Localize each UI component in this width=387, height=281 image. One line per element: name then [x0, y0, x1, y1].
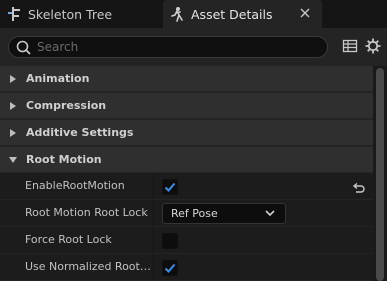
search-row: [0, 28, 387, 64]
chevron-right-icon: [10, 101, 16, 110]
category-compression[interactable]: Compression: [0, 93, 373, 118]
tab-asset-details-label: Asset Details: [191, 6, 273, 22]
close-icon[interactable]: [298, 6, 312, 20]
property-row-root-motion-root-lock: Root Motion Root Lock Ref Pose: [0, 200, 373, 226]
chevron-down-icon: [9, 156, 17, 163]
vertical-scrollbar[interactable]: [373, 66, 387, 281]
column-divider[interactable]: [153, 200, 154, 226]
chevron-right-icon: [10, 74, 16, 83]
category-label: Root Motion: [26, 153, 102, 166]
tab-bar: Skeleton Tree Asset Details: [0, 0, 387, 28]
checkmark-icon: [164, 263, 176, 273]
column-divider[interactable]: [153, 173, 154, 199]
reset-to-default-icon[interactable]: [352, 180, 366, 193]
dropdown-value: Ref Pose: [171, 207, 218, 220]
settings-gear-icon[interactable]: [365, 38, 381, 54]
category-animation[interactable]: Animation: [0, 66, 373, 91]
chevron-right-icon: [10, 128, 16, 137]
scrollbar-thumb[interactable]: [376, 68, 384, 281]
tab-asset-details[interactable]: Asset Details: [163, 0, 322, 28]
checkmark-icon: [164, 182, 176, 192]
tab-skeleton-tree-label: Skeleton Tree: [28, 6, 113, 22]
property-name: Force Root Lock: [25, 233, 112, 246]
asset-details-icon: [169, 6, 185, 22]
property-name: Root Motion Root Lock: [25, 206, 148, 219]
category-label: Animation: [26, 72, 90, 85]
category-label: Additive Settings: [26, 126, 134, 139]
search-input[interactable]: [37, 39, 317, 55]
table-view-icon[interactable]: [342, 38, 358, 54]
category-root-motion[interactable]: Root Motion: [0, 147, 373, 172]
property-row-use-normalized-root: Use Normalized Root…: [0, 254, 373, 280]
tab-skeleton-tree[interactable]: Skeleton Tree: [0, 0, 160, 28]
column-divider[interactable]: [153, 227, 154, 253]
search-icon: [16, 40, 31, 55]
category-label: Compression: [26, 99, 107, 112]
category-additive-settings[interactable]: Additive Settings: [0, 120, 373, 145]
property-name: EnableRootMotion: [25, 179, 125, 192]
chevron-down-icon: [265, 210, 275, 217]
enable-root-motion-checkbox[interactable]: [162, 179, 178, 195]
property-row-force-root-lock: Force Root Lock: [0, 227, 373, 253]
use-normalized-root-checkbox[interactable]: [162, 260, 178, 276]
skeleton-tree-icon: [6, 6, 22, 22]
force-root-lock-checkbox[interactable]: [162, 233, 178, 249]
column-divider[interactable]: [153, 254, 154, 280]
property-name: Use Normalized Root…: [25, 260, 151, 273]
root-lock-dropdown[interactable]: Ref Pose: [162, 203, 286, 224]
property-row-enable-root-motion: EnableRootMotion: [0, 173, 373, 199]
search-box[interactable]: [8, 36, 328, 58]
details-panel: Animation Compression Additive Settings …: [0, 28, 387, 281]
